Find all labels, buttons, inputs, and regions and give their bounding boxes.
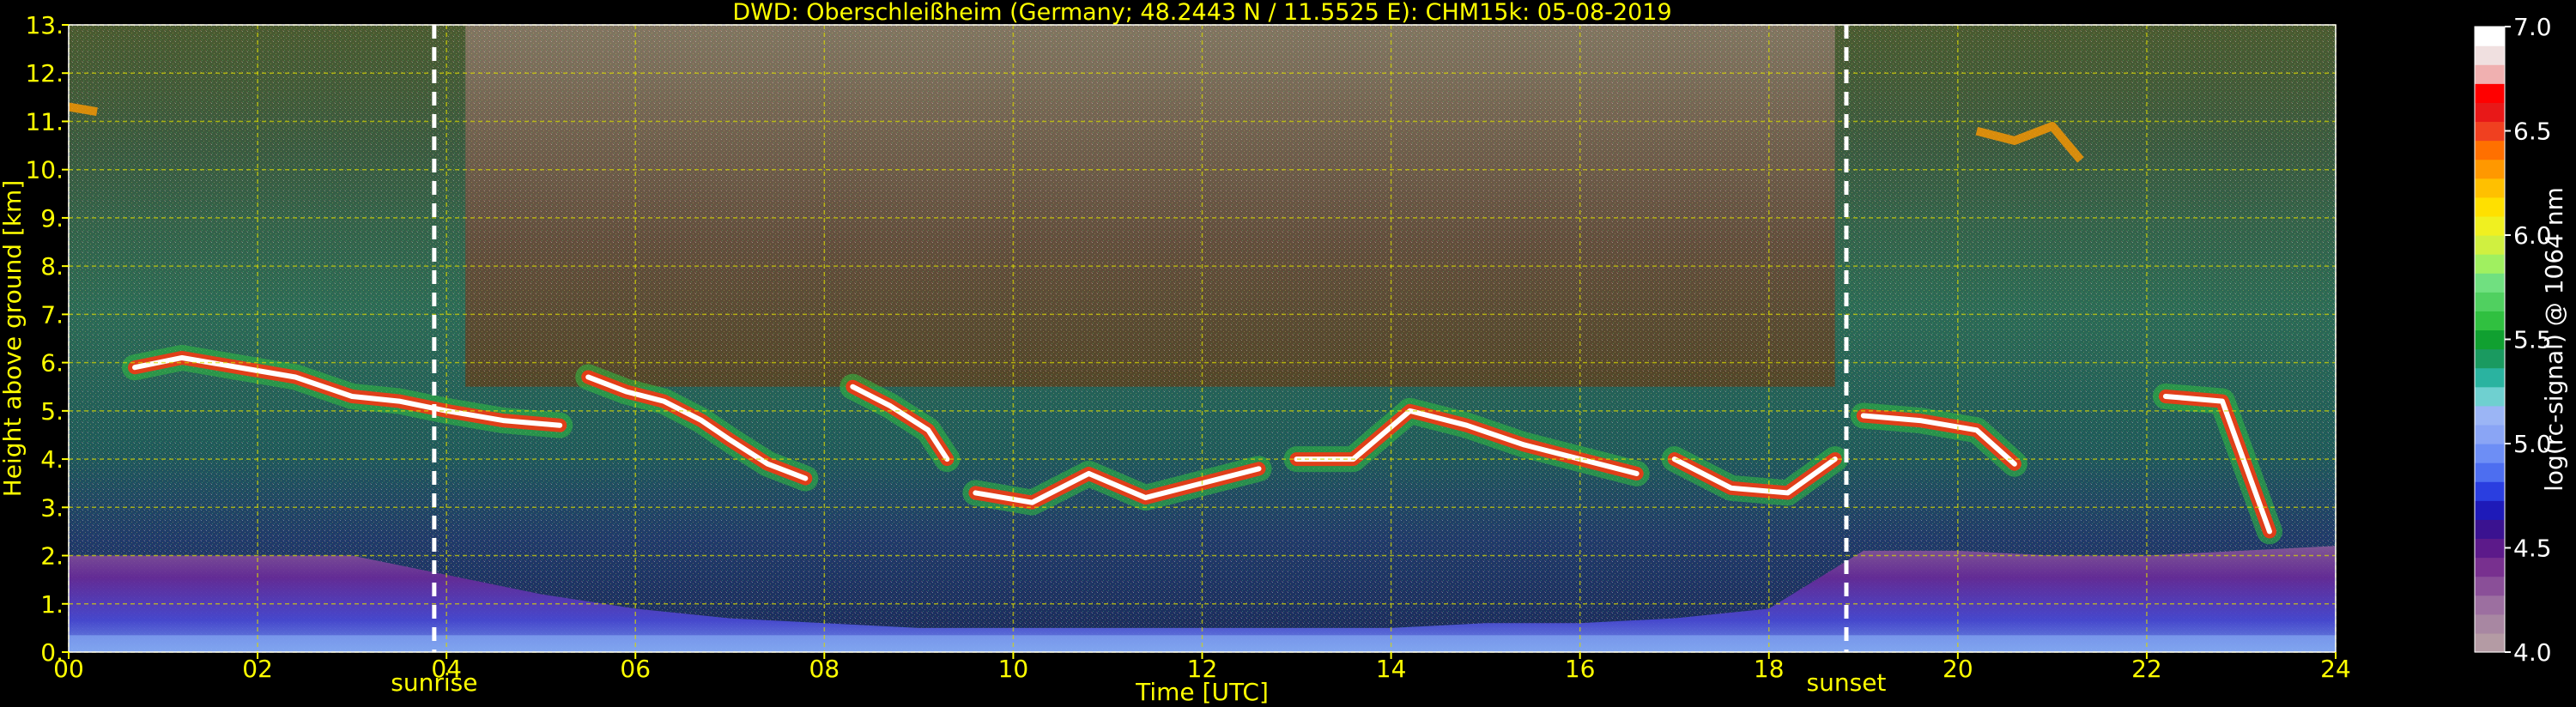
colorbar-segment bbox=[2475, 481, 2505, 501]
colorbar-label: log(rc-signal) @ 1064 nm bbox=[2540, 187, 2568, 492]
colorbar-segment bbox=[2475, 500, 2505, 520]
colorbar-segment bbox=[2475, 386, 2505, 407]
colorbar-segment bbox=[2475, 235, 2505, 255]
y-tick-label: 10. bbox=[25, 156, 64, 184]
colorbar-segment bbox=[2475, 367, 2505, 388]
colorbar-segment bbox=[2475, 519, 2505, 540]
colorbar-segment bbox=[2475, 538, 2505, 559]
colorbar-segment bbox=[2475, 215, 2505, 236]
colorbar-segment bbox=[2475, 27, 2505, 46]
colorbar-segment bbox=[2475, 254, 2505, 274]
y-tick-label: 11. bbox=[25, 107, 64, 136]
x-axis-label: Time [UTC] bbox=[1135, 678, 1269, 706]
y-tick-label: 4. bbox=[40, 445, 64, 474]
x-tick-label: 06 bbox=[620, 655, 651, 683]
colorbar-segment bbox=[2475, 292, 2505, 311]
x-tick-label: 16 bbox=[1565, 655, 1596, 683]
colorbar-segment bbox=[2475, 83, 2505, 103]
colorbar-segment bbox=[2475, 178, 2505, 198]
y-tick-label: 5. bbox=[40, 397, 64, 426]
y-axis-label: Height above ground [km] bbox=[0, 180, 27, 498]
x-tick-label: 08 bbox=[809, 655, 840, 683]
colorbar-segment bbox=[2475, 348, 2505, 369]
colorbar-segment bbox=[2475, 64, 2505, 84]
y-tick-label: 6. bbox=[40, 349, 64, 378]
colorbar-tick-label: 4.0 bbox=[2513, 638, 2552, 667]
x-tick-label: 22 bbox=[2131, 655, 2162, 683]
y-tick-label: 1. bbox=[40, 590, 64, 619]
cirrus-feature bbox=[69, 102, 98, 117]
ceilometer-chart: sunrise sunset 00 02 04 06 08 10 12 14 16 18 20 22 24… bbox=[0, 0, 2568, 706]
colorbar-tick-label: 7.0 bbox=[2513, 13, 2552, 41]
colorbar-segment bbox=[2475, 595, 2505, 615]
y-tick-label: 3. bbox=[40, 493, 64, 522]
colorbar-segment bbox=[2475, 273, 2505, 293]
x-tick-label: 24 bbox=[2320, 655, 2351, 683]
colorbar-segment bbox=[2475, 405, 2505, 426]
colorbar-segment bbox=[2475, 462, 2505, 482]
x-tick-label: 10 bbox=[998, 655, 1029, 683]
chart-title: DWD: Oberschleißheim (Germany; 48.2443 N… bbox=[732, 0, 1671, 26]
x-tick-label: 14 bbox=[1376, 655, 1407, 683]
colorbar-segment bbox=[2475, 159, 2505, 179]
colorbar-segment bbox=[2475, 196, 2505, 217]
x-tick-label: 02 bbox=[242, 655, 273, 683]
y-tick-label: 7. bbox=[40, 300, 64, 329]
colorbar-segment bbox=[2475, 102, 2505, 123]
colorbar-segment bbox=[2475, 45, 2505, 65]
colorbar-segment bbox=[2475, 444, 2505, 463]
y-tick-label: 0. bbox=[40, 638, 64, 667]
x-tick-label: 20 bbox=[1943, 655, 1973, 683]
y-tick-label: 9. bbox=[40, 204, 64, 233]
y-tick-label: 13. bbox=[25, 11, 64, 39]
y-tick-label: 2. bbox=[40, 542, 64, 571]
colorbar-segment bbox=[2475, 140, 2505, 160]
colorbar-segment bbox=[2475, 311, 2505, 331]
colorbar-segment bbox=[2475, 576, 2505, 596]
colorbar-tick-label: 4.5 bbox=[2513, 535, 2552, 563]
colorbar-tick-label: 6.5 bbox=[2513, 118, 2552, 146]
colorbar-segment bbox=[2475, 329, 2505, 350]
cirrus-core bbox=[69, 102, 98, 117]
x-tick-label: 18 bbox=[1754, 655, 1785, 683]
y-tick-label: 12. bbox=[25, 59, 64, 88]
colorbar-segment bbox=[2475, 632, 2505, 653]
colorbar-segment bbox=[2475, 557, 2505, 577]
y-tick-label: 8. bbox=[40, 252, 64, 281]
colorbar-segment bbox=[2475, 424, 2505, 444]
colorbar-segment bbox=[2475, 613, 2505, 634]
x-tick-label: 04 bbox=[431, 655, 462, 683]
colorbar-segment bbox=[2475, 121, 2505, 142]
sunset-label: sunset bbox=[1807, 668, 1887, 697]
